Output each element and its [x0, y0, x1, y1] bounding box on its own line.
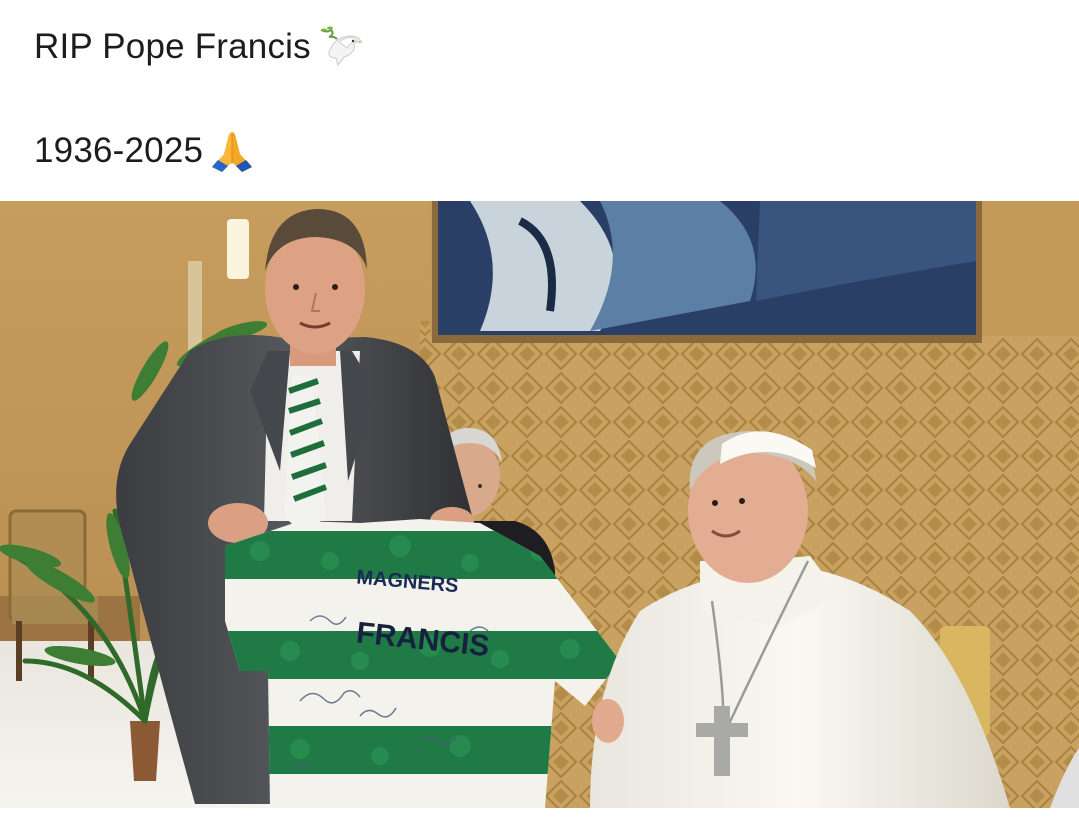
pope-meeting-photo: MAGNERS FRANCIS [0, 201, 1079, 808]
folded-hands-icon [207, 126, 257, 176]
post-dates-text: 1936-2025 [34, 131, 204, 170]
post-line-title: RIP Pope Francis [34, 22, 365, 72]
post-title-text: RIP Pope Francis [34, 27, 311, 66]
post-line-dates: 1936-2025 [34, 126, 257, 176]
post-footer-spacer [0, 808, 1079, 822]
post-photo: MAGNERS FRANCIS [0, 201, 1079, 808]
dove-icon [315, 22, 365, 72]
